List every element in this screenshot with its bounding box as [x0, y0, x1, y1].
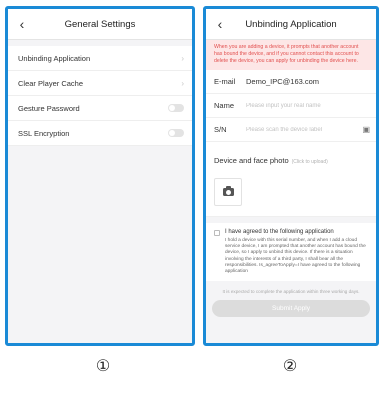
- submit-apply-button[interactable]: Submit Apply: [212, 300, 370, 318]
- photo-section: Device and face photo (Click to upload): [206, 142, 376, 217]
- agreement-title: I have agreed to the following applicati…: [225, 229, 334, 235]
- settings-item-label: Gesture Password: [18, 103, 80, 113]
- settings-list: Unbinding Application › Clear Player Cac…: [8, 46, 192, 146]
- unbinding-application-screen: ‹ Unbinding Application When you are add…: [203, 6, 379, 346]
- figure-caption-2: ②: [282, 358, 298, 375]
- page-title: General Settings: [64, 18, 136, 30]
- back-chevron-icon[interactable]: ‹: [14, 14, 30, 34]
- name-input[interactable]: [246, 102, 370, 109]
- warning-banner: When you are adding a device, it prompts…: [206, 40, 376, 70]
- expected-completion-note: It is expected to complete the applicati…: [222, 289, 360, 295]
- camera-icon: [222, 186, 234, 196]
- general-settings-screen: ‹ General Settings Unbinding Application…: [5, 6, 195, 346]
- name-label: Name: [214, 101, 235, 110]
- settings-item-label: Unbinding Application: [18, 53, 91, 63]
- back-chevron-icon[interactable]: ‹: [212, 14, 228, 34]
- nav-bar: ‹ General Settings: [8, 9, 192, 40]
- application-form: E-mail Demo_IPC@163.com Name S/N ▣: [206, 70, 376, 142]
- photo-hint: (Click to upload): [291, 159, 328, 165]
- name-row: Name: [206, 94, 376, 118]
- settings-item-clear-player-cache[interactable]: Clear Player Cache ›: [8, 71, 192, 96]
- agree-checkbox[interactable]: [214, 230, 220, 236]
- settings-item-label: Clear Player Cache: [18, 78, 84, 88]
- nav-bar: ‹ Unbinding Application: [206, 9, 376, 40]
- email-label: E-mail: [214, 77, 236, 86]
- scan-icon[interactable]: ▣: [362, 125, 370, 134]
- page-title: Unbinding Application: [245, 18, 337, 30]
- agreement-body: I hold a device with this serial number,…: [225, 238, 366, 275]
- settings-item-unbinding-application[interactable]: Unbinding Application ›: [8, 46, 192, 71]
- email-value: Demo_IPC@163.com: [246, 77, 320, 86]
- sn-input[interactable]: [246, 126, 363, 133]
- sn-label: S/N: [214, 125, 227, 134]
- ssl-encryption-toggle[interactable]: [168, 129, 184, 137]
- chevron-right-icon: ›: [181, 53, 184, 63]
- sn-row: S/N ▣: [206, 118, 376, 142]
- settings-item-gesture-password: Gesture Password: [8, 96, 192, 121]
- agreement-section: I have agreed to the following applicati…: [206, 223, 376, 282]
- email-row: E-mail Demo_IPC@163.com: [206, 70, 376, 94]
- chevron-right-icon: ›: [181, 78, 184, 88]
- settings-item-ssl-encryption: SSL Encryption: [8, 121, 192, 146]
- photo-title: Device and face photo: [214, 156, 289, 165]
- upload-photo-button[interactable]: [214, 178, 242, 206]
- gesture-password-toggle[interactable]: [168, 104, 184, 112]
- figure-caption-1: ①: [95, 358, 111, 375]
- agreement-text: I have agreed to the following applicati…: [225, 229, 368, 275]
- settings-item-label: SSL Encryption: [18, 128, 70, 138]
- figure: ‹ General Settings Unbinding Application…: [0, 0, 384, 405]
